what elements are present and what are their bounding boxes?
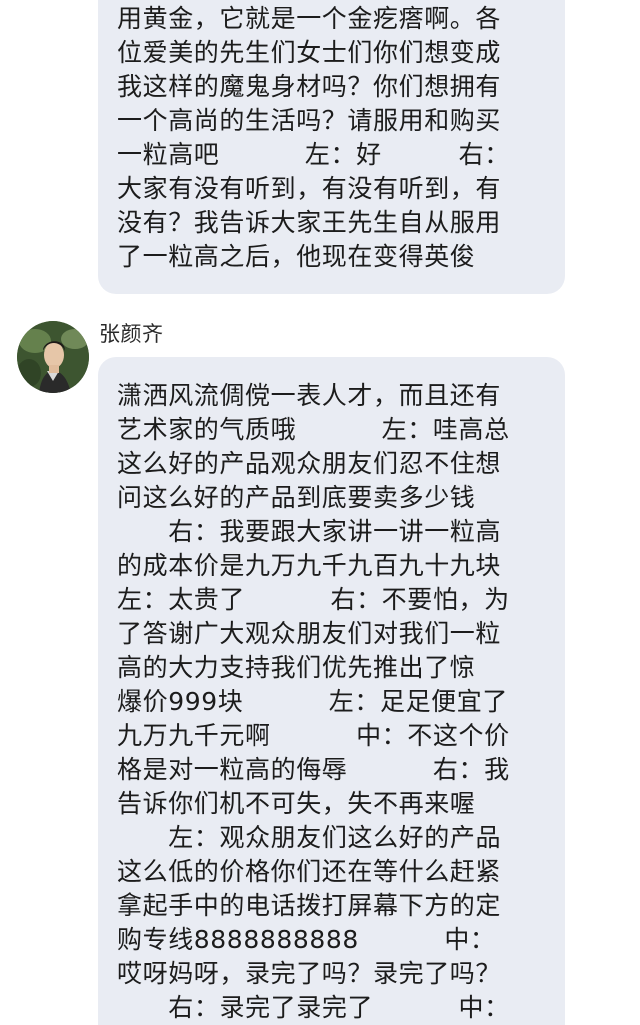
message-line: 左：观众朋友们这么好的产品 [117, 823, 502, 852]
message-line: 右：录完了录完了 中： [117, 993, 510, 1022]
message-line: 了一粒高之后，他现在变得英俊 [117, 242, 476, 271]
message-line: 告诉你们机不可失，失不再来喔 [117, 789, 476, 818]
user-avatar-photo-icon [17, 321, 89, 393]
message-line: 位爱美的先生们女士们你们想变成 [117, 38, 502, 67]
message-line: 九万九千元啊 中：不这个价 [117, 721, 510, 750]
message-line: 格是对一粒高的侮辱 右：我 [117, 755, 510, 784]
message-line: 大家有没有听到，有没有听到，有 [117, 174, 502, 203]
message-line: 了答谢广大观众朋友们对我们一粒 [117, 619, 502, 648]
message-line: 我这样的魔鬼身材吗？你们想拥有 [117, 72, 502, 101]
message-line: 右：我要跟大家讲一讲一粒高 [117, 517, 502, 546]
message-line: 拿起手中的电话拨打屏幕下方的定 [117, 891, 502, 920]
message-line: 哎呀妈呀，录完了吗？录完了吗？ [117, 959, 502, 988]
message-line: 高的大力支持我们优先推出了惊 [117, 653, 476, 682]
message-line: 左：太贵了 右：不要怕，为 [117, 585, 510, 614]
message-line: 用黄金，它就是一个金疙瘩啊。各 [117, 4, 502, 33]
message-line: 一个高尚的生活吗？请服用和购买 [117, 106, 502, 135]
chat-view: 用黄金，它就是一个金疙瘩啊。各 位爱美的先生们女士们你们想变成 我这样的魔鬼身材… [0, 0, 640, 1025]
message-line: 艺术家的气质哦 左：哇高总 [117, 415, 510, 444]
message-line: 购专线8888888888 中： [117, 925, 496, 954]
message-bubble-2[interactable]: 潇洒风流倜傥一表人才，而且还有 艺术家的气质哦 左：哇高总 这么好的产品观众朋友… [98, 357, 565, 1025]
message-line: 爆价999块 左：足足便宜了 [117, 687, 508, 716]
sender-name[interactable]: 张颜齐 [99, 320, 164, 348]
message-line: 这么好的产品观众朋友们忍不住想 [117, 449, 502, 478]
message-bubble-1[interactable]: 用黄金，它就是一个金疙瘩啊。各 位爱美的先生们女士们你们想变成 我这样的魔鬼身材… [98, 0, 565, 294]
message-line: 这么低的价格你们还在等什么赶紧 [117, 857, 502, 886]
message-line: 没有？我告诉大家王先生自从服用 [117, 208, 502, 237]
message-line: 一粒高吧 左：好 右： [117, 140, 510, 169]
message-line: 潇洒风流倜傥一表人才，而且还有 [117, 381, 502, 410]
message-line: 的成本价是九万九千九百九十九块 [117, 551, 502, 580]
message-line: 问这么好的产品到底要卖多少钱 [117, 483, 476, 512]
avatar[interactable] [17, 321, 89, 393]
